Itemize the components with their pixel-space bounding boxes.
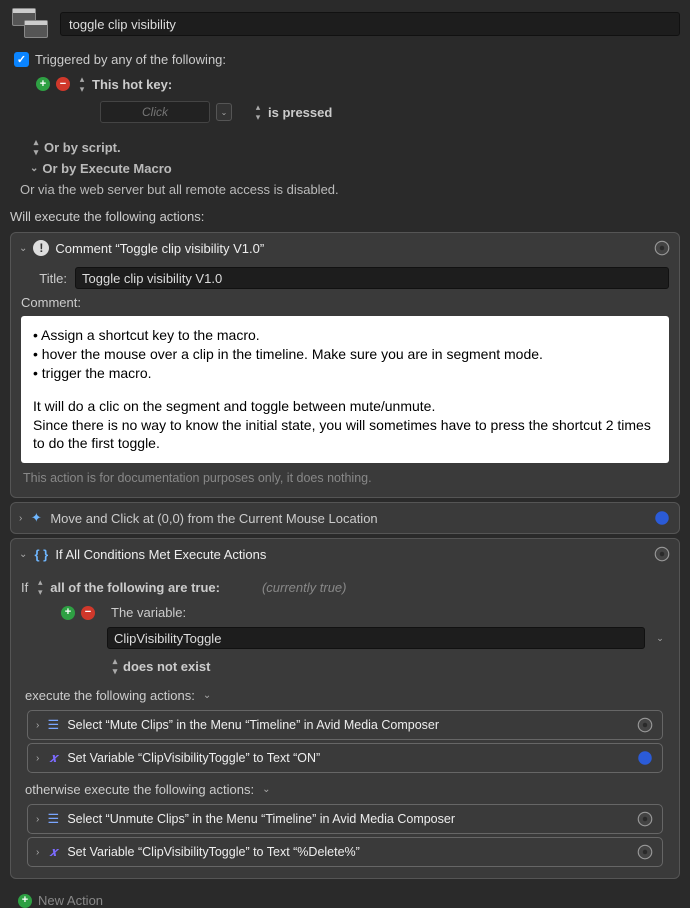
comment-body[interactable]: • Assign a shortcut key to the macro. • … — [21, 316, 669, 463]
menu-icon: ☰ — [45, 811, 61, 827]
gear-icon[interactable] — [636, 716, 654, 734]
chevron-right-icon[interactable]: › — [36, 847, 39, 858]
if-action-title: If All Conditions Met Execute Actions — [55, 547, 647, 562]
then-exec-label: execute the following actions: — [25, 688, 195, 703]
variable-icon: 𝒙 — [45, 844, 61, 860]
chevron-down-icon[interactable]: ⌄ — [19, 243, 27, 254]
comment-line: • trigger the macro. — [33, 364, 657, 383]
all-true-label: all of the following are true: — [50, 580, 220, 595]
comment-label: Comment: — [21, 295, 91, 310]
currently-label: (currently true) — [262, 580, 347, 595]
triggered-checkbox[interactable]: ✓ — [14, 52, 29, 67]
doc-note: This action is for documentation purpose… — [21, 463, 669, 487]
gear-icon[interactable] — [636, 749, 654, 767]
else-2-label: Set Variable “ClipVisibilityToggle” to T… — [67, 845, 630, 859]
comment-title-input[interactable] — [75, 267, 669, 289]
comment-line: It will do a clic on the segment and tog… — [33, 397, 657, 416]
move-click-action[interactable]: › ✦ Move and Click at (0,0) from the Cur… — [10, 502, 680, 534]
gear-icon[interactable] — [653, 239, 671, 257]
gear-icon[interactable] — [636, 843, 654, 861]
braces-icon: { } — [33, 546, 49, 562]
sort-arrows-icon[interactable] — [30, 137, 40, 157]
if-word: If — [21, 580, 28, 595]
gear-icon[interactable] — [653, 545, 671, 563]
add-trigger-button[interactable]: + — [36, 77, 50, 91]
or-script-label: Or by script. — [44, 140, 121, 155]
new-action-label: New Action — [38, 893, 103, 908]
remove-trigger-button[interactable]: − — [56, 77, 70, 91]
if-action[interactable]: ⌄ { } If All Conditions Met Execute Acti… — [10, 538, 680, 879]
remove-condition-button[interactable]: − — [81, 606, 95, 620]
macro-icon — [10, 6, 50, 42]
menu-icon: ☰ — [45, 717, 61, 733]
chevron-down-icon[interactable]: ⌄ — [19, 549, 27, 560]
title-label: Title: — [21, 271, 67, 286]
then-action-2[interactable]: › 𝒙 Set Variable “ClipVisibilityToggle” … — [27, 743, 663, 773]
comment-line: Since there is no way to know the initia… — [33, 416, 657, 454]
or-execute-macro-label: Or by Execute Macro — [42, 161, 171, 176]
hotkey-label: This hot key: — [92, 77, 172, 92]
else-1-label: Select “Unmute Clips” in the Menu “Timel… — [67, 812, 630, 826]
chevron-right-icon[interactable]: › — [19, 513, 22, 524]
execute-actions-label: Will execute the following actions: — [0, 201, 690, 230]
gear-icon[interactable] — [653, 509, 671, 527]
variable-icon: 𝒙 — [45, 750, 61, 766]
add-condition-button[interactable]: + — [61, 606, 75, 620]
else-action-2[interactable]: › 𝒙 Set Variable “ClipVisibilityToggle” … — [27, 837, 663, 867]
chevron-down-icon[interactable]: ⌄ — [30, 163, 38, 174]
sort-arrows-icon[interactable] — [76, 74, 86, 94]
does-not-exist-label: does not exist — [123, 659, 210, 674]
gear-icon[interactable] — [636, 810, 654, 828]
then-1-label: Select “Mute Clips” in the Menu “Timelin… — [67, 718, 630, 732]
comment-line: • Assign a shortcut key to the macro. — [33, 326, 657, 345]
macro-name-input[interactable] — [60, 12, 680, 36]
else-exec-label: otherwise execute the following actions: — [25, 782, 254, 797]
add-action-button[interactable]: + — [18, 894, 32, 908]
else-action-1[interactable]: › ☰ Select “Unmute Clips” in the Menu “T… — [27, 804, 663, 834]
sort-arrows-icon[interactable] — [34, 577, 44, 597]
is-pressed-label: is pressed — [268, 105, 332, 120]
chevron-right-icon[interactable]: › — [36, 753, 39, 764]
chevron-down-icon[interactable]: ⌄ — [203, 690, 211, 701]
wand-icon: ✦ — [28, 510, 44, 526]
comment-action[interactable]: ⌄ ! Comment “Toggle clip visibility V1.0… — [10, 232, 680, 498]
sort-arrows-icon[interactable] — [109, 656, 119, 676]
comment-line: • hover the mouse over a clip in the tim… — [33, 345, 657, 364]
chevron-down-icon[interactable]: ⌄ — [262, 784, 270, 795]
variable-name-input[interactable] — [107, 627, 645, 649]
hotkey-input[interactable] — [100, 101, 210, 123]
exclamation-icon: ! — [33, 240, 49, 256]
move-click-label: Move and Click at (0,0) from the Current… — [50, 511, 647, 526]
then-action-1[interactable]: › ☰ Select “Mute Clips” in the Menu “Tim… — [27, 710, 663, 740]
triggered-label: Triggered by any of the following: — [35, 52, 226, 67]
sort-arrows-icon[interactable] — [252, 102, 262, 122]
chevron-right-icon[interactable]: › — [36, 720, 39, 731]
or-web-label: Or via the web server but all remote acc… — [0, 178, 690, 201]
variable-dropdown[interactable]: ⌄ — [651, 629, 669, 647]
chevron-right-icon[interactable]: › — [36, 814, 39, 825]
hotkey-dropdown[interactable]: ⌄ — [216, 103, 232, 121]
then-2-label: Set Variable “ClipVisibilityToggle” to T… — [67, 751, 630, 765]
comment-action-title: Comment “Toggle clip visibility V1.0” — [55, 241, 647, 256]
variable-label: The variable: — [111, 605, 186, 620]
